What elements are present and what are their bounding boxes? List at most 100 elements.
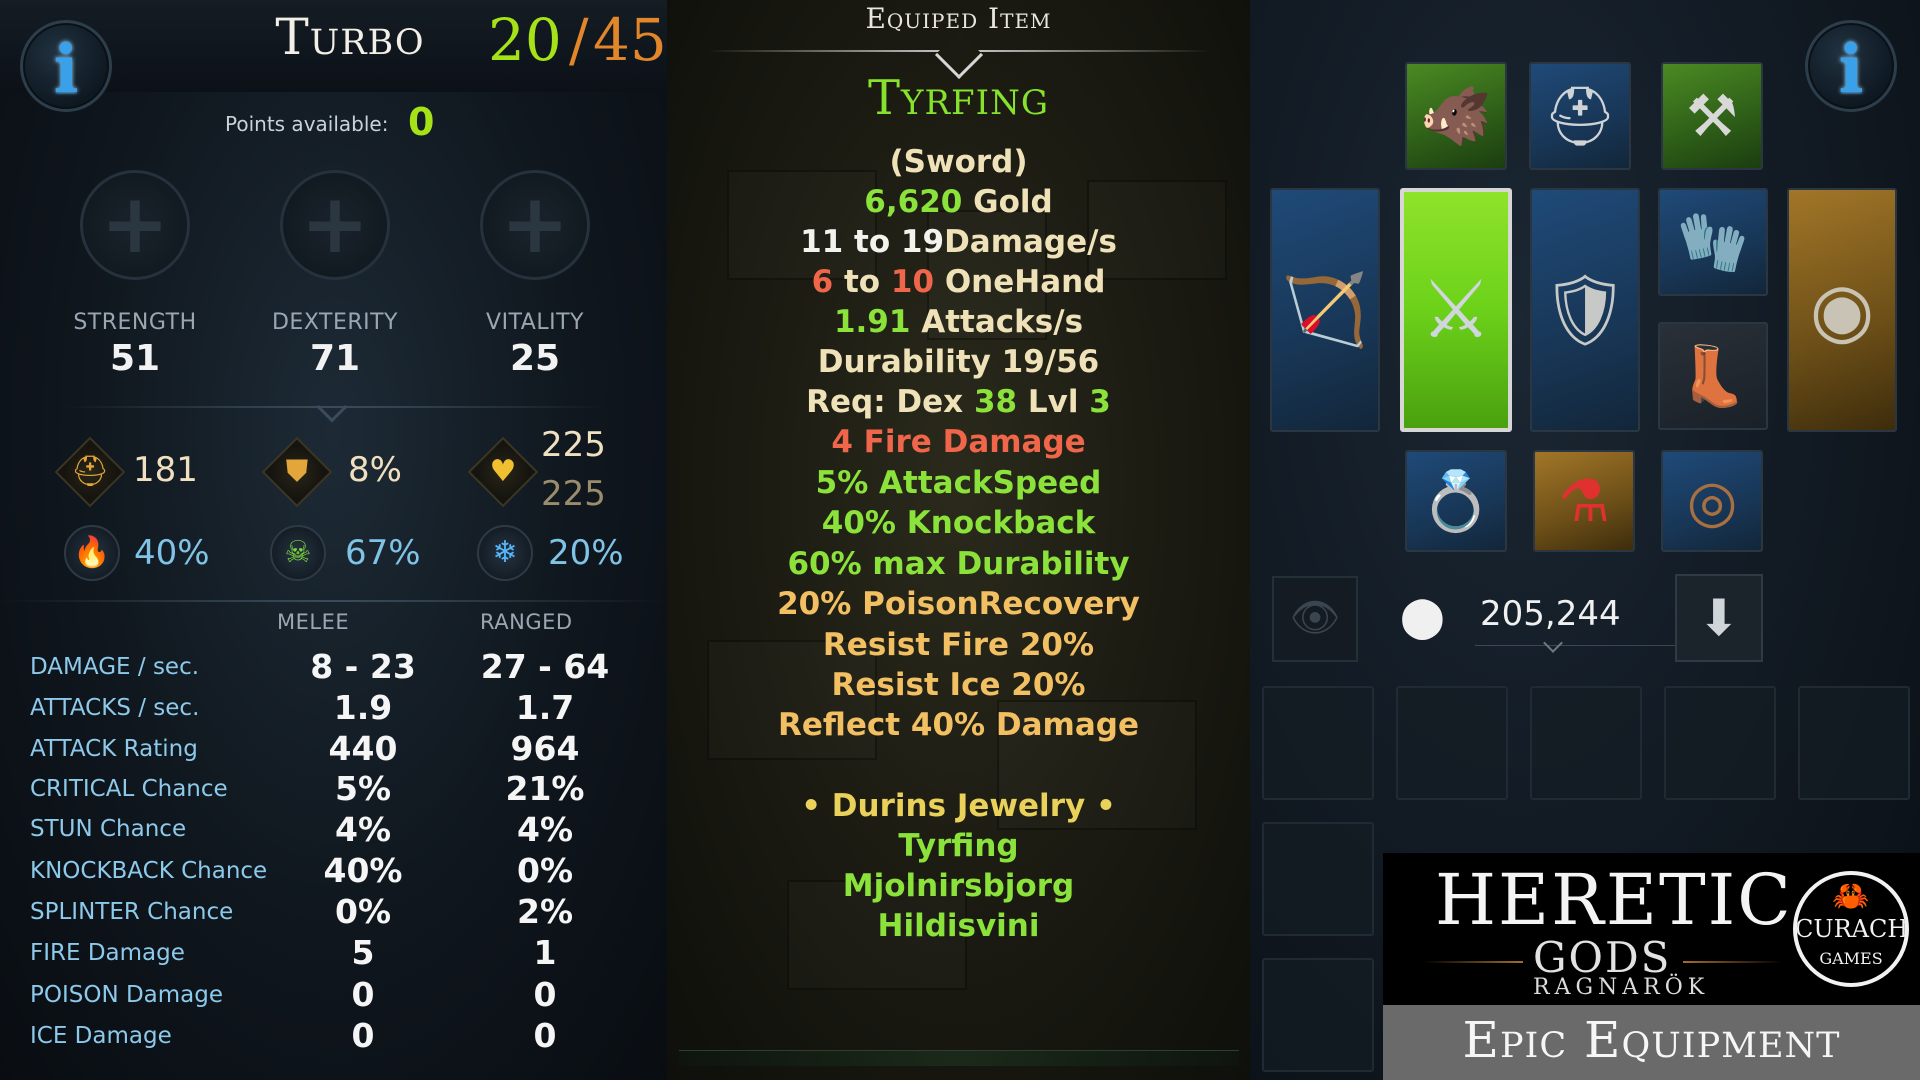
slot-main-weapon[interactable]: ⚔ [1400,188,1512,432]
hammer-amulet-icon: ⚒ [1686,82,1738,150]
bracers-icon: 🧤 [1676,208,1750,276]
armor-value: 181 [133,450,198,490]
character-stats-panel: i Turbo 20 / 45 Points available: 0 + + … [0,0,667,1080]
health-current: 225 [541,425,606,465]
sort-button[interactable]: ⬇ [1675,574,1763,662]
divider [0,600,667,602]
item-mod: 60% max Durability [787,546,1130,582]
slot-boots[interactable]: 👢 [1658,322,1768,430]
item-attacks-value: 1.91 [833,304,911,340]
fire-icon: 🔥 [64,525,120,581]
fire-resist-value: 40% [134,533,210,573]
damage-label: DAMAGE / sec. [30,654,200,680]
item-mod: Resist Fire 20% [822,627,1095,663]
vitality-label: VITALITY [486,310,584,335]
slot-potion[interactable]: ⚗ [1533,450,1635,552]
fire-damage-label: FIRE Damage [30,940,185,966]
item-gold-value: 6,620 [864,184,963,220]
helmet-icon: ⛑ [1543,82,1617,150]
attacks-label: ATTACKS / sec. [30,695,200,721]
game-title: HERETIC [1435,859,1793,941]
ranged-column-header: RANGED [480,610,573,634]
plus-icon: + [300,177,370,272]
add-dexterity-button[interactable]: + [280,170,390,280]
item-gold-line: 6,620 Gold [667,184,1250,220]
plus-icon: + [100,177,170,272]
melee-column-header: MELEE [277,610,350,634]
strength-label: STRENGTH [73,310,197,335]
helmet-icon: ⛑ [70,454,110,489]
caption-text: Epic Equipment [1462,1011,1841,1069]
level-current: 20 [488,6,562,74]
shield-icon: ⛊ [285,454,309,489]
block-value: 8% [348,450,402,490]
item-durability: Durability 19/56 [817,344,1100,380]
scrollbar[interactable] [679,1050,1239,1066]
item-attacks-unit: Attacks/s [921,304,1084,340]
ice-damage-ranged: 0 [533,1016,557,1055]
attack-rating-label: ATTACK Rating [30,736,198,762]
inventory-gold-value: 205,244 [1480,594,1621,634]
inventory-slot[interactable] [1798,686,1910,800]
caption-band: Epic Equipment [1383,1005,1920,1080]
item-gold-unit: Gold [973,184,1053,220]
attacks-melee: 1.9 [333,688,393,727]
eye-icon[interactable]: 👁 [1272,576,1358,662]
fire-damage-ranged: 1 [533,933,557,972]
item-req-dex: 38 [973,384,1018,420]
item-hand-unit: OneHand [944,264,1106,300]
slot-shield[interactable]: ◉ [1787,188,1897,432]
poison-damage-melee: 0 [351,975,375,1014]
slot-pet[interactable]: 🐗 [1405,62,1507,170]
slot-gloves[interactable]: 🧤 [1658,188,1768,296]
item-mod: Resist Ice 20% [831,667,1086,703]
inventory-slot[interactable] [1530,686,1642,800]
inventory-slot[interactable] [1396,686,1508,800]
info-button-right[interactable]: i [1805,20,1897,112]
slot-ranged-weapon[interactable]: 🏹 [1270,188,1380,432]
equipped-item-panel: Equiped Item Tyrfing (Sword) 6,620 Gold … [667,0,1250,1080]
heart-icon: ♥ [489,454,517,489]
critical-label: CRITICAL Chance [30,776,228,802]
item-mod: Reflect 40% Damage [778,707,1139,743]
chevron-down-icon [1543,633,1563,653]
splinter-melee: 0% [334,892,392,931]
info-button-left[interactable]: i [20,20,112,112]
points-available-label: Points available: [225,112,389,136]
level-separator: / [569,6,589,74]
gold-underline [1475,645,1675,646]
add-vitality-button[interactable]: + [480,170,590,280]
item-hand-max: 10 [890,264,935,300]
inventory-slot[interactable] [1262,822,1374,936]
round-shield-icon: ◉ [1809,267,1875,353]
slot-amulet[interactable]: ⚒ [1661,62,1763,170]
slot-helmet[interactable]: ⛑ [1529,62,1631,170]
vitality-value: 25 [509,338,561,379]
inventory-slot[interactable] [1664,686,1776,800]
points-available-value: 0 [408,100,435,144]
bow-icon: 🏹 [1281,269,1369,351]
dexterity-value: 71 [309,338,361,379]
logo-ornament [1683,961,1783,963]
knockback-label: KNOCKBACK Chance [30,858,268,884]
item-type: (Sword) [889,144,1028,180]
inventory-slot[interactable] [1262,958,1374,1072]
strength-value: 51 [109,338,161,379]
critical-melee: 5% [334,769,392,808]
knockback-ranged: 0% [516,851,574,890]
snowflake-icon: ❄ [477,525,533,581]
stun-melee: 4% [334,810,392,849]
slot-ring-left[interactable]: 💍 [1405,450,1507,552]
inventory-slot[interactable] [1262,686,1374,800]
chevron-down-icon [316,391,348,423]
poison-damage-label: POISON Damage [30,982,224,1008]
slot-armor[interactable]: 🛡 [1530,188,1640,432]
level-max: 45 [593,6,667,74]
slot-ring-right[interactable]: ◎ [1661,450,1763,552]
item-req-lvl: 3 [1089,384,1111,420]
poison-damage-ranged: 0 [533,975,557,1014]
splinter-label: SPLINTER Chance [30,899,234,925]
add-strength-button[interactable]: + [80,170,190,280]
coins-icon: ⬤ [1400,594,1445,640]
potion-icon: ⚗ [1558,467,1610,535]
